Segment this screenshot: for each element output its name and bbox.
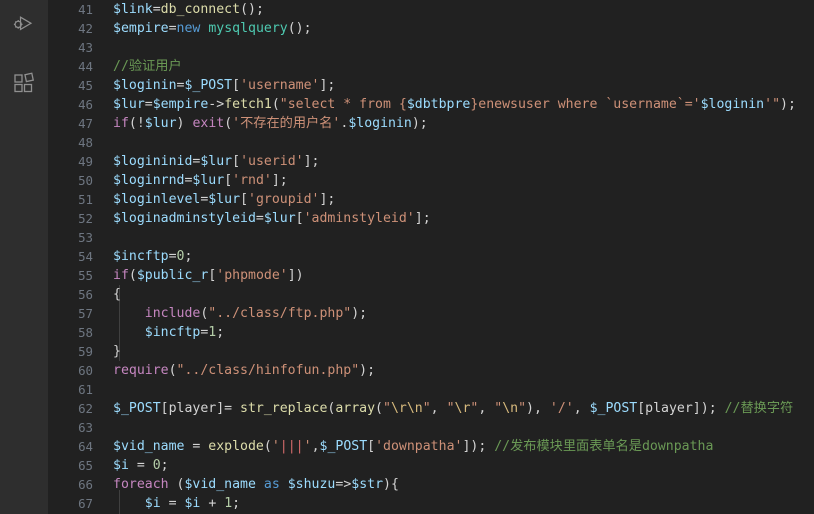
line-content: $i = 0; <box>113 458 169 473</box>
line-content: $link=db_connect(); <box>113 2 264 17</box>
activity-item-run-and-debug[interactable] <box>0 2 48 50</box>
line-number: 67 <box>78 496 93 511</box>
line-number: 52 <box>78 211 93 226</box>
line-number: 57 <box>78 306 93 321</box>
line-number: 45 <box>78 78 93 93</box>
line-number: 43 <box>78 40 93 55</box>
line-number: 62 <box>78 401 93 416</box>
code-line[interactable]: 51 $loginlevel=$lur['groupid']; <box>48 190 814 209</box>
code-line[interactable]: 50 $loginrnd=$lur['rnd']; <box>48 171 814 190</box>
line-content: $_POST[player]= str_replace(array("\r\n"… <box>113 401 794 416</box>
code-line[interactable]: 61 <box>48 380 814 399</box>
code-line[interactable]: 57 include("../class/ftp.php"); <box>48 304 814 323</box>
code-line[interactable]: 44 //验证用户 <box>48 57 814 76</box>
line-content: $loginin=$_POST['username']; <box>113 78 336 93</box>
line-content: } <box>113 344 121 359</box>
code-line[interactable]: 58 $incftp=1; <box>48 323 814 342</box>
code-line[interactable]: 66 foreach ($vid_name as $shuzu=>$str){ <box>48 475 814 494</box>
line-content: //验证用户 <box>113 59 182 74</box>
line-number: 44 <box>78 59 93 74</box>
line-content: $empire=new mysqlquery(); <box>113 21 312 36</box>
line-content: $incftp=0; <box>113 249 193 264</box>
line-content: $loginlevel=$lur['groupid']; <box>113 192 336 207</box>
editor-window: 41 $link=db_connect(); 42 $empire=new my… <box>0 0 814 514</box>
code-editor[interactable]: 41 $link=db_connect(); 42 $empire=new my… <box>48 0 814 514</box>
code-line[interactable]: 41 $link=db_connect(); <box>48 0 814 19</box>
line-number: 61 <box>78 382 93 397</box>
line-content: $i = $i + 1; <box>144 496 241 511</box>
line-number: 42 <box>78 21 93 36</box>
code-line[interactable]: 53 <box>48 228 814 247</box>
line-number: 65 <box>78 458 93 473</box>
extensions-icon <box>12 72 36 96</box>
code-lines[interactable]: 41 $link=db_connect(); 42 $empire=new my… <box>48 0 814 514</box>
code-line[interactable]: 43 <box>48 38 814 57</box>
line-number: 64 <box>78 439 93 454</box>
code-line[interactable]: 46 $lur=$empire->fetch1("select * from {… <box>48 95 814 114</box>
line-number: 63 <box>78 420 93 435</box>
code-line[interactable]: 48 <box>48 133 814 152</box>
activity-bar <box>0 0 48 514</box>
code-line[interactable]: 49 $logininid=$lur['userid']; <box>48 152 814 171</box>
line-content: $logininid=$lur['userid']; <box>113 154 320 169</box>
code-line[interactable]: 42 $empire=new mysqlquery(); <box>48 19 814 38</box>
line-number: 46 <box>78 97 93 112</box>
line-number: 54 <box>78 249 93 264</box>
line-number: 47 <box>78 116 93 131</box>
line-number: 50 <box>78 173 93 188</box>
code-line[interactable]: 63 <box>48 418 814 437</box>
code-line[interactable]: 64 $vid_name = explode('|||',$_POST['dow… <box>48 437 814 456</box>
line-number: 56 <box>78 287 93 302</box>
code-line[interactable]: 59 } <box>48 342 814 361</box>
line-content: if($public_r['phpmode']) <box>113 268 304 283</box>
activity-item-extensions[interactable] <box>0 60 48 108</box>
code-line[interactable]: 54 $incftp=0; <box>48 247 814 266</box>
line-number: 51 <box>78 192 93 207</box>
line-content: $vid_name = explode('|||',$_POST['downpa… <box>113 439 714 454</box>
line-number: 60 <box>78 363 93 378</box>
line-content: $incftp=1; <box>144 325 225 340</box>
code-line[interactable]: 47 if(!$lur) exit('不存在的用户名'.$loginin); <box>48 114 814 133</box>
line-content: require("../class/hinfofun.php"); <box>113 363 376 378</box>
line-content: include("../class/ftp.php"); <box>144 306 368 321</box>
line-number: 58 <box>78 325 93 340</box>
line-number: 49 <box>78 154 93 169</box>
line-number: 55 <box>78 268 93 283</box>
line-content: if(!$lur) exit('不存在的用户名'.$loginin); <box>113 116 428 131</box>
line-content: $loginadminstyleid=$lur['adminstyleid']; <box>113 211 431 226</box>
line-content: $loginrnd=$lur['rnd']; <box>113 173 288 188</box>
line-content: foreach ($vid_name as $shuzu=>$str){ <box>113 477 399 492</box>
line-number: 66 <box>78 477 93 492</box>
line-number: 59 <box>78 344 93 359</box>
code-line[interactable]: 62 $_POST[player]= str_replace(array("\r… <box>48 399 814 418</box>
code-line[interactable]: 52 $loginadminstyleid=$lur['adminstyleid… <box>48 209 814 228</box>
code-line[interactable]: 67 $i = $i + 1; <box>48 494 814 513</box>
code-line[interactable]: 65 $i = 0; <box>48 456 814 475</box>
line-number: 41 <box>78 2 93 17</box>
run-debug-icon <box>12 14 36 38</box>
code-line[interactable]: 45 $loginin=$_POST['username']; <box>48 76 814 95</box>
line-content: $lur=$empire->fetch1("select * from {$db… <box>113 97 796 112</box>
line-number: 48 <box>78 135 93 150</box>
code-line[interactable]: 55 if($public_r['phpmode']) <box>48 266 814 285</box>
code-line[interactable]: 56 { <box>48 285 814 304</box>
line-number: 53 <box>78 230 93 245</box>
code-line[interactable]: 60 require("../class/hinfofun.php"); <box>48 361 814 380</box>
line-content: { <box>113 287 121 302</box>
